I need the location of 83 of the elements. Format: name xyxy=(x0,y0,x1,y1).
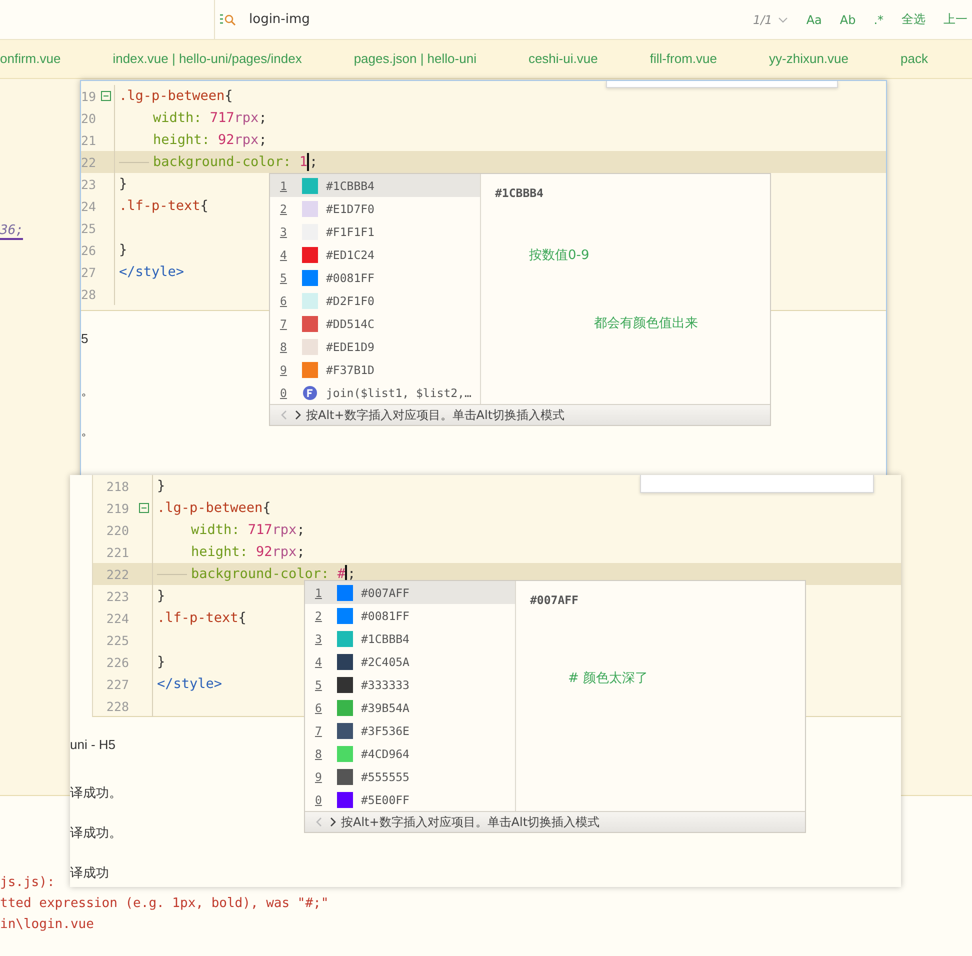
line-number: 20 xyxy=(81,110,95,126)
annotation-note: 都会有颜色值出来 xyxy=(594,315,698,332)
suggestion-item[interactable]: 3 #1CBBB4 xyxy=(305,627,515,650)
line-number: 226 xyxy=(105,654,129,670)
line-number: 25 xyxy=(81,220,95,236)
collapse-icon[interactable] xyxy=(100,91,110,101)
hint-text: 按Alt+数字插入对应项目。单击Alt切换插入模式 xyxy=(341,814,600,830)
line-number: 228 xyxy=(105,698,129,714)
suggestion-item[interactable]: 5 #0081FF xyxy=(270,266,480,289)
suggestion-item[interactable]: 9 #F37B1D xyxy=(270,358,480,381)
collapse-icon[interactable] xyxy=(138,503,148,513)
line-number: 26 xyxy=(81,242,95,258)
line-number: 222 xyxy=(105,566,129,582)
suggestion-item[interactable]: 4 #2C405A xyxy=(305,650,515,673)
code-text: } xyxy=(119,176,128,192)
find-field[interactable]: login-img xyxy=(214,0,739,39)
code-text: </style> xyxy=(157,676,222,692)
annotation-note: # 颜色太深了 xyxy=(568,670,648,687)
line-number: 225 xyxy=(105,632,129,648)
suggestion-item[interactable]: 4 #ED1C24 xyxy=(270,243,480,266)
console-line: 译成功。 xyxy=(70,784,122,802)
line-number: 22 xyxy=(81,154,95,170)
code-text: .lg-p-between{ xyxy=(119,88,233,104)
line-number: 223 xyxy=(105,588,129,604)
code-text: height: 92 rpx; xyxy=(191,544,305,560)
search-icon xyxy=(219,12,237,26)
console-line: 。 xyxy=(81,382,94,400)
suggestion-item[interactable]: 1 #1CBBB4 xyxy=(270,174,480,197)
line-number: 23 xyxy=(81,176,95,192)
suggestion-item[interactable]: 1 #007AFF xyxy=(305,581,515,604)
console-line: tted expression (e.g. 1px, bold), was "#;" xyxy=(0,895,329,913)
suggestion-item[interactable]: 0 #5E00FF xyxy=(305,788,515,811)
console-line: js.js): xyxy=(0,874,55,892)
code-text: } xyxy=(157,588,166,604)
suggestion-item[interactable]: 8 #4CD964 xyxy=(305,742,515,765)
console-line: 译成功。 xyxy=(70,824,122,842)
code-text: } xyxy=(157,654,166,670)
console-line: 。 xyxy=(81,422,94,440)
code-text: width: 717 rpx; xyxy=(191,522,305,538)
match-count: 1/1 xyxy=(753,12,772,26)
line-number: 224 xyxy=(105,610,129,626)
annotation-note: 按数值0-9 xyxy=(529,247,590,264)
console-line: 5 xyxy=(81,330,88,348)
hint-text: 按Alt+数字插入对应项目。单击Alt切换插入模式 xyxy=(306,406,565,424)
line-number: 19 xyxy=(81,88,95,104)
line-number: 21 xyxy=(81,132,95,148)
console-line: 译成功 xyxy=(70,864,109,882)
code-text: .lf-p-text{ xyxy=(157,610,246,626)
code-fragment: 36; xyxy=(0,223,24,240)
line-number: 219 xyxy=(105,500,129,516)
code-text: .lg-p-between{ xyxy=(157,500,271,516)
console-line: in\login.vue xyxy=(0,916,94,934)
line-number: 27 xyxy=(81,264,95,280)
code-text: } xyxy=(119,242,128,258)
code-text: width: 717 rpx; xyxy=(153,110,267,126)
chevron-down-icon[interactable] xyxy=(778,16,788,24)
suggestion-item[interactable]: 3 #F1F1F1 xyxy=(270,220,480,243)
line-number: 227 xyxy=(105,676,129,692)
line-number: 221 xyxy=(105,544,129,560)
code-text: .lf-p-text{ xyxy=(119,198,208,214)
preview-title: #1CBBB4 xyxy=(495,186,544,200)
suggestion-item[interactable]: 6 #39B54A xyxy=(305,696,515,719)
code-text: } xyxy=(157,478,166,494)
console-line: uni - H5 xyxy=(70,736,116,754)
suggestion-item[interactable]: 6 #D2F1F0 xyxy=(270,289,480,312)
suggestion-item[interactable]: 2 #0081FF xyxy=(305,604,515,627)
line-number: 28 xyxy=(81,286,95,302)
suggestion-item[interactable]: 7 #3F536E xyxy=(305,719,515,742)
suggestion-item[interactable]: 8 #EDE1D9 xyxy=(270,335,480,358)
suggestion-item[interactable]: 0 join($list1, $list2,… xyxy=(270,381,480,404)
line-number: 218 xyxy=(105,478,129,494)
code-text: </style> xyxy=(119,264,184,280)
line-number: 24 xyxy=(81,198,95,214)
line-number: 220 xyxy=(105,522,129,538)
code-text: height: 92 rpx; xyxy=(153,132,267,148)
suggestion-item[interactable]: 7 #DD514C xyxy=(270,312,480,335)
suggestion-item[interactable]: 9 #555555 xyxy=(305,765,515,788)
search-option[interactable]: .* xyxy=(874,12,884,26)
suggestion-item[interactable]: 5 #333333 xyxy=(305,673,515,696)
code-text: background-color: 1; xyxy=(153,153,318,171)
function-icon xyxy=(303,386,317,400)
suggestion-item[interactable]: 2 #E1D7F0 xyxy=(270,197,480,220)
preview-title: #007AFF xyxy=(530,593,580,607)
